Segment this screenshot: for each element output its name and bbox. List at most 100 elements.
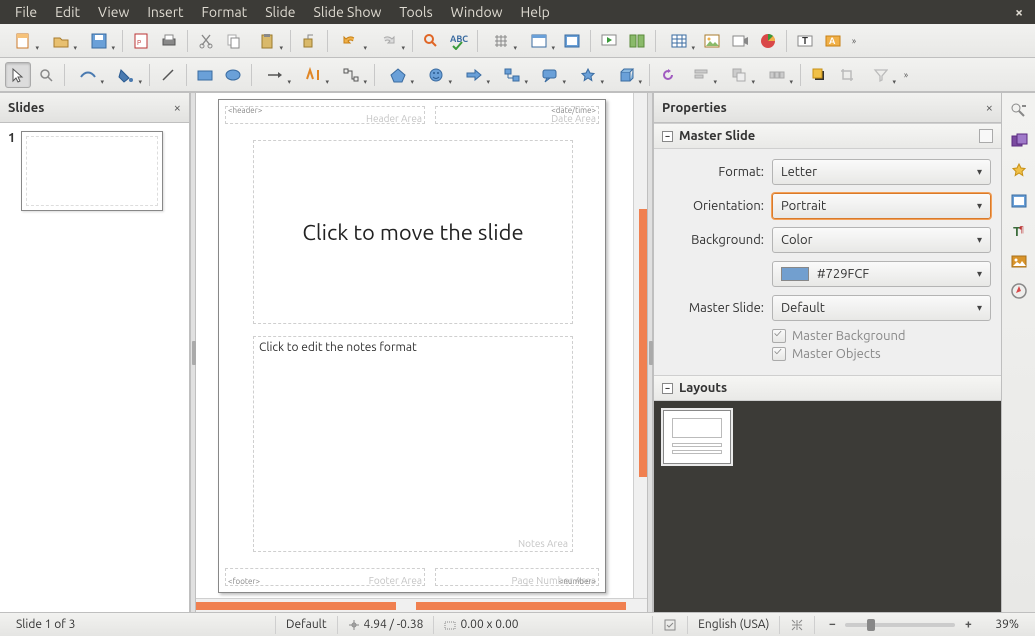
status-signature-cell[interactable] — [653, 616, 688, 634]
menu-edit[interactable]: Edit — [46, 1, 89, 23]
footer-placeholder[interactable]: <footer> Footer Area — [225, 568, 425, 586]
insert-fontwork-button[interactable]: A — [820, 28, 846, 54]
start-slideshow-button[interactable] — [596, 28, 622, 54]
crop-button[interactable] — [834, 62, 860, 88]
layout-option-1[interactable] — [664, 411, 730, 463]
splitter-right[interactable] — [647, 93, 653, 612]
layouts-section-header[interactable]: − Layouts — [654, 375, 1001, 401]
slide-thumb-1[interactable]: 1 — [8, 131, 181, 211]
line-color-button[interactable] — [70, 62, 106, 88]
shadow-button[interactable] — [806, 62, 832, 88]
slide-thumbnail[interactable] — [21, 131, 163, 211]
grid-button[interactable] — [483, 28, 519, 54]
master-slide-button[interactable] — [559, 28, 585, 54]
open-button[interactable] — [43, 28, 79, 54]
select-tool[interactable] — [5, 62, 31, 88]
slides-list[interactable]: 1 — [0, 123, 189, 612]
export-pdf-button[interactable]: P — [128, 28, 154, 54]
zoom-control[interactable]: − + — [815, 616, 985, 634]
orientation-combo[interactable]: Portrait — [772, 193, 991, 219]
arrange-button[interactable] — [721, 62, 757, 88]
master-objects-check[interactable]: Master Objects — [772, 347, 991, 361]
zoom-out-button[interactable]: − — [825, 618, 839, 631]
header-placeholder[interactable]: <header> Header Area — [225, 106, 425, 124]
line-tool[interactable] — [155, 62, 181, 88]
rectangle-tool[interactable] — [192, 62, 218, 88]
basic-shapes-tool[interactable] — [380, 62, 416, 88]
insert-chart-button[interactable] — [755, 28, 781, 54]
redo-button[interactable] — [371, 28, 407, 54]
master-slide-combo[interactable]: Default — [772, 295, 991, 321]
copy-button[interactable] — [221, 28, 247, 54]
master-slide-section-header[interactable]: − Master Slide — [654, 123, 1001, 149]
zoom-slider[interactable] — [845, 623, 955, 627]
status-language-cell[interactable]: English (USA) — [688, 616, 780, 634]
zoom-in-button[interactable]: + — [961, 618, 975, 631]
symbol-shapes-tool[interactable] — [418, 62, 454, 88]
paste-button[interactable] — [249, 28, 285, 54]
flowchart-tool[interactable] — [494, 62, 530, 88]
distribute-button[interactable] — [759, 62, 795, 88]
save-button[interactable] — [81, 28, 117, 54]
format-combo[interactable]: Letter — [772, 159, 991, 185]
find-replace-button[interactable] — [418, 28, 444, 54]
3d-tool[interactable] — [608, 62, 644, 88]
print-button[interactable] — [156, 28, 182, 54]
toolbar-overflow-2[interactable]: » — [899, 70, 913, 80]
menu-window[interactable]: Window — [442, 1, 512, 23]
sidebar-tab-gallery[interactable] — [1007, 249, 1031, 273]
insert-textbox-button[interactable]: T — [792, 28, 818, 54]
fill-color-button[interactable] — [108, 62, 144, 88]
filter-button[interactable] — [862, 62, 898, 88]
zoom-view-button[interactable] — [521, 28, 557, 54]
zoom-tool[interactable] — [33, 62, 59, 88]
menu-help[interactable]: Help — [512, 1, 559, 23]
slides-panel-close[interactable]: × — [174, 101, 181, 115]
toolbar-overflow-1[interactable]: » — [847, 36, 861, 46]
curve-tool[interactable] — [295, 62, 331, 88]
datetime-placeholder[interactable]: <date/time> Date Area — [435, 106, 599, 124]
menu-slide[interactable]: Slide — [256, 1, 304, 23]
insert-av-button[interactable] — [727, 28, 753, 54]
sidebar-tab-slide-transition[interactable] — [1007, 129, 1031, 153]
background-combo[interactable]: Color — [772, 227, 991, 253]
insert-table-button[interactable] — [661, 28, 697, 54]
slide-placeholder[interactable]: Click to move the slide — [253, 140, 573, 324]
notes-placeholder[interactable]: Click to edit the notes format Notes Are… — [253, 336, 573, 552]
align-button[interactable] — [683, 62, 719, 88]
menu-format[interactable]: Format — [193, 1, 257, 23]
master-background-check[interactable]: Master Background — [772, 329, 991, 343]
menu-view[interactable]: View — [89, 1, 138, 23]
rotate-button[interactable] — [655, 62, 681, 88]
sidebar-tab-properties[interactable] — [1007, 99, 1031, 123]
undo-button[interactable] — [333, 28, 369, 54]
menu-slideshow[interactable]: Slide Show — [305, 1, 391, 23]
menu-insert[interactable]: Insert — [138, 1, 192, 23]
cut-button[interactable] — [193, 28, 219, 54]
horizontal-scrollbar[interactable] — [196, 598, 647, 612]
collapse-icon[interactable]: − — [662, 383, 673, 394]
sidebar-tab-master-slides[interactable] — [1007, 189, 1031, 213]
menu-file[interactable]: File — [6, 1, 46, 23]
ellipse-tool[interactable] — [220, 62, 246, 88]
notes-page[interactable]: <header> Header Area <date/time> Date Ar… — [218, 99, 606, 593]
collapse-icon[interactable]: − — [662, 131, 673, 142]
block-arrows-tool[interactable] — [456, 62, 492, 88]
status-fit-cell[interactable] — [780, 616, 815, 634]
sidebar-tab-styles[interactable]: T¶ — [1007, 219, 1031, 243]
start-current-button[interactable] — [624, 28, 650, 54]
pagenumber-placeholder[interactable]: <number> Page Number Area — [435, 568, 599, 586]
properties-close[interactable]: × — [986, 101, 993, 115]
insert-image-button[interactable] — [699, 28, 725, 54]
connector-tool[interactable] — [333, 62, 369, 88]
spellcheck-button[interactable]: ABC — [446, 28, 472, 54]
background-color-combo[interactable]: #729FCF — [772, 261, 991, 287]
window-close-button[interactable]: × — [1009, 4, 1029, 20]
stars-tool[interactable] — [570, 62, 606, 88]
sidebar-tab-animation[interactable] — [1007, 159, 1031, 183]
sidebar-tab-navigator[interactable] — [1007, 279, 1031, 303]
zoom-value[interactable]: 39% — [985, 616, 1029, 634]
menu-tools[interactable]: Tools — [390, 1, 441, 23]
arrow-tool[interactable] — [257, 62, 293, 88]
section-more-icon[interactable] — [979, 129, 993, 143]
